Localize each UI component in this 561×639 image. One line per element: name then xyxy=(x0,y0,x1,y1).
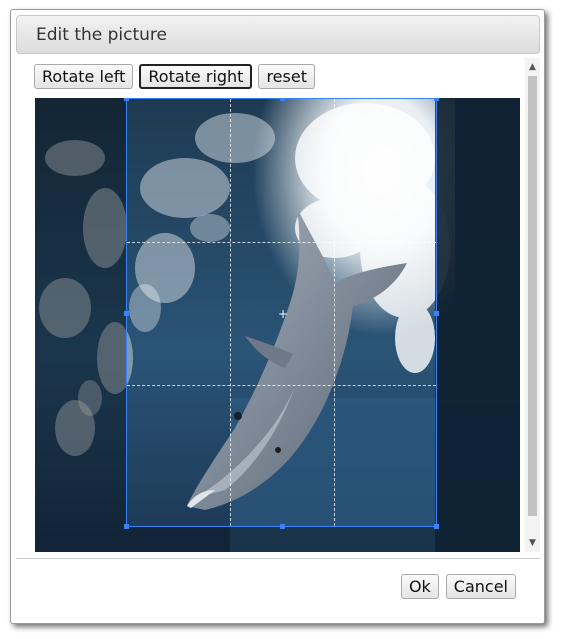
image-editor-canvas[interactable]: + xyxy=(35,98,520,552)
crop-handle-bottom-left[interactable] xyxy=(124,524,129,529)
reset-button[interactable]: reset xyxy=(258,64,315,89)
crop-selection-box[interactable]: + xyxy=(124,98,439,529)
dialog-title: Edit the picture xyxy=(36,25,168,45)
scroll-up-icon[interactable]: ▲ xyxy=(525,60,540,74)
footer-divider xyxy=(16,558,540,559)
crop-handle-bottom-middle[interactable] xyxy=(280,524,285,529)
content-scrollbar[interactable]: ▲ ▼ xyxy=(525,58,540,552)
scroll-thumb[interactable] xyxy=(528,76,537,516)
crop-grid-line xyxy=(127,385,436,386)
image-toolbar: Rotate left Rotate right reset xyxy=(34,64,315,90)
ok-button[interactable]: Ok xyxy=(400,574,439,599)
crop-center-crosshair-icon: + xyxy=(278,307,289,321)
rotate-left-button[interactable]: Rotate left xyxy=(34,64,134,89)
dialog-footer: Ok Cancel xyxy=(400,574,516,599)
crop-handle-top-middle[interactable] xyxy=(280,98,285,101)
crop-handle-top-left[interactable] xyxy=(124,98,129,101)
crop-mask-right xyxy=(437,98,520,552)
crop-handle-middle-left[interactable] xyxy=(124,311,129,316)
crop-grid-line xyxy=(334,99,335,526)
rotate-right-button[interactable]: Rotate right xyxy=(139,64,253,89)
crop-handle-middle-right[interactable] xyxy=(434,311,439,316)
scroll-down-icon[interactable]: ▼ xyxy=(525,536,540,550)
crop-grid-line xyxy=(230,99,231,526)
crop-grid-line xyxy=(127,242,436,243)
dialog-titlebar[interactable]: Edit the picture xyxy=(16,15,540,54)
edit-picture-dialog: Edit the picture Rotate left Rotate righ… xyxy=(10,9,545,624)
cancel-button[interactable]: Cancel xyxy=(445,574,516,599)
dialog-content: Rotate left Rotate right reset + ▲ ▼ xyxy=(16,58,540,552)
crop-handle-bottom-right[interactable] xyxy=(434,524,439,529)
crop-mask-bottom xyxy=(126,527,437,552)
crop-handle-top-right[interactable] xyxy=(434,98,439,101)
crop-mask-left xyxy=(35,98,126,552)
